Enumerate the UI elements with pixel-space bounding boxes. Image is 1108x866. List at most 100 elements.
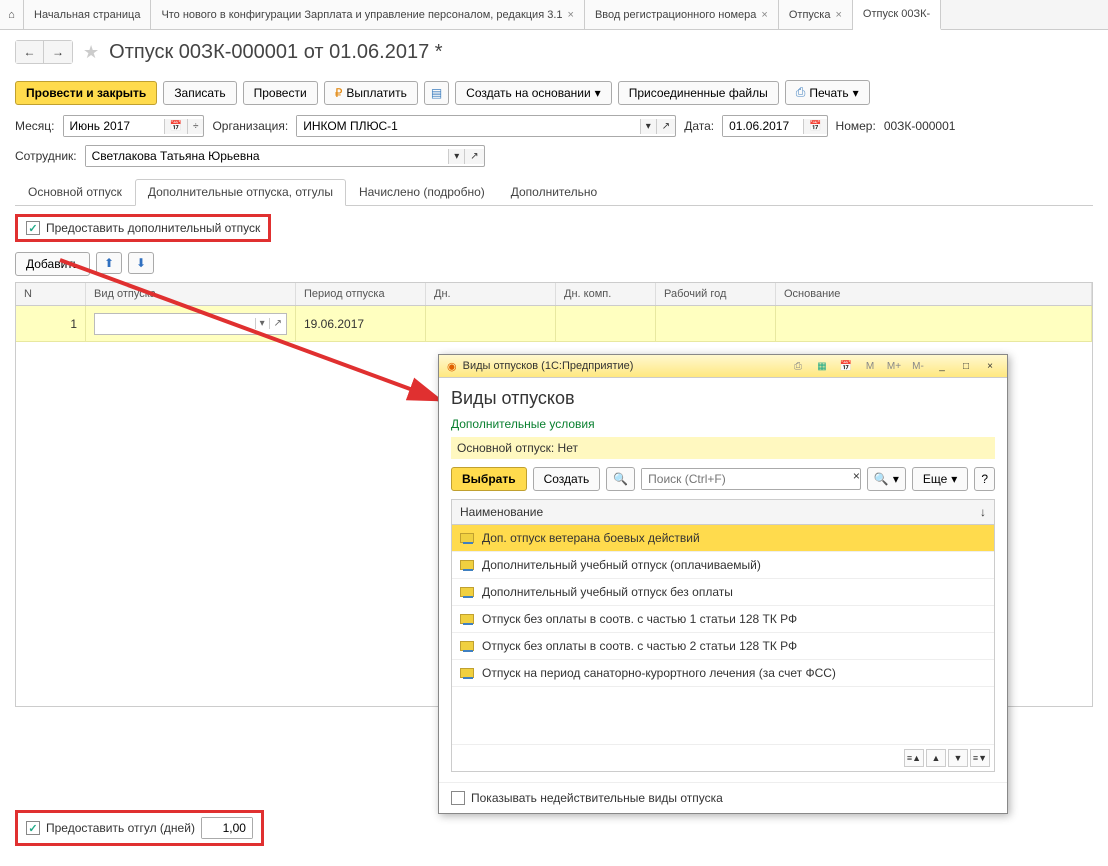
compens-checkbox[interactable]: ✓ Предоставить отгул (дней) [26, 821, 195, 835]
tab-whatsnew[interactable]: Что нового в конфигурации Зарплата и упр… [151, 0, 585, 29]
cell-n: 1 [16, 306, 86, 341]
cell-period[interactable]: 19.06.2017 [296, 306, 426, 341]
tab-start-page[interactable]: Начальная страница [24, 0, 151, 29]
clear-icon[interactable]: × [853, 469, 860, 489]
create-based-button[interactable]: Создать на основании ▾ [455, 81, 612, 105]
m-plus-button[interactable]: M+ [885, 358, 903, 374]
close-icon[interactable]: × [568, 9, 574, 21]
help-button[interactable]: ? [974, 467, 995, 491]
money-icon: ₽ [335, 86, 343, 100]
employee-input[interactable]: ▾ ↗ [85, 145, 485, 167]
calendar-icon[interactable]: 📅 [164, 119, 187, 134]
conditions-link[interactable]: Дополнительные условия [451, 417, 995, 431]
home-icon: ⌂ [8, 9, 15, 21]
tab-additional[interactable]: Дополнительно [498, 179, 610, 205]
post-close-button[interactable]: Провести и закрыть [15, 81, 157, 105]
date-input[interactable]: 📅 [722, 115, 827, 137]
list-item[interactable]: Дополнительный учебный отпуск без оплаты [452, 579, 994, 606]
add-button[interactable]: Добавить [15, 252, 90, 276]
list-item[interactable]: Доп. отпуск ветерана боевых действий [452, 525, 994, 552]
maximize-icon[interactable]: □ [957, 358, 975, 374]
tab-home[interactable]: ⌂ [0, 0, 24, 29]
advanced-search-button[interactable]: 🔍▾ [867, 467, 906, 491]
nav-up-button[interactable]: ▲ [926, 749, 946, 767]
create-button[interactable]: Создать [533, 467, 601, 491]
compens-field[interactable] [202, 818, 252, 838]
chevron-down-icon[interactable]: ▾ [448, 149, 464, 164]
date-field[interactable] [723, 116, 803, 136]
col-period[interactable]: Период отпуска [296, 283, 426, 305]
month-input[interactable]: 📅 ÷ [63, 115, 205, 137]
pay-button[interactable]: ₽Выплатить [324, 81, 418, 105]
cell-base[interactable] [776, 306, 1092, 341]
nav-down-button[interactable]: ▼ [948, 749, 968, 767]
close-icon[interactable]: × [761, 9, 767, 21]
table-row[interactable]: 1 ▾ ↗ 19.06.2017 [16, 306, 1092, 342]
minimize-icon[interactable]: _ [933, 358, 951, 374]
org-field[interactable] [297, 116, 640, 136]
search-input[interactable]: × [641, 468, 861, 490]
open-icon[interactable]: ↗ [269, 318, 286, 329]
col-type[interactable]: Вид отпуска [86, 283, 296, 305]
print-icon[interactable]: ⎙ [789, 358, 807, 374]
more-button[interactable]: Еще ▾ [912, 467, 968, 491]
m-minus-button[interactable]: M- [909, 358, 927, 374]
col-dn[interactable]: Дн. [426, 283, 556, 305]
favorite-star-icon[interactable]: ★ [83, 42, 99, 63]
col-base[interactable]: Основание [776, 283, 1092, 305]
employee-field[interactable] [86, 146, 449, 166]
chevron-down-icon[interactable]: ▾ [640, 119, 656, 134]
month-field[interactable] [64, 116, 164, 136]
list-icon-button[interactable]: ▤ [424, 81, 449, 105]
spinner-icon[interactable]: ÷ [187, 119, 204, 134]
org-input[interactable]: ▾ ↗ [296, 115, 676, 137]
tab-regnum[interactable]: Ввод регистрационного номера × [585, 0, 779, 29]
move-down-button[interactable]: ⬇ [128, 252, 154, 274]
col-n[interactable]: N [16, 283, 86, 305]
cell-year[interactable] [656, 306, 776, 341]
item-icon [460, 641, 474, 651]
list-item[interactable]: Отпуск на период санаторно-курортного ле… [452, 660, 994, 687]
search-field[interactable] [642, 469, 853, 489]
dialog-titlebar[interactable]: ◉ Виды отпусков (1С:Предприятие) ⎙ ▦ 📅 M… [439, 355, 1007, 378]
tab-vacation-doc[interactable]: Отпуск 00ЗК- [853, 0, 941, 30]
tab-extra-leave[interactable]: Дополнительные отпуска, отгулы [135, 179, 346, 206]
tab-accrued[interactable]: Начислено (подробно) [346, 179, 498, 205]
compens-value-input[interactable] [201, 817, 253, 839]
col-dncomp[interactable]: Дн. комп. [556, 283, 656, 305]
list-item[interactable]: Отпуск без оплаты в соотв. с частью 2 ст… [452, 633, 994, 660]
open-icon[interactable]: ↗ [656, 119, 675, 134]
cell-type[interactable]: ▾ ↗ [86, 306, 296, 341]
attached-files-button[interactable]: Присоединенные файлы [618, 81, 779, 105]
close-icon[interactable]: × [981, 358, 999, 374]
move-up-button[interactable]: ⬆ [96, 252, 122, 274]
close-icon[interactable]: × [835, 9, 841, 21]
dialog-grid-header[interactable]: Наименование ↓ [452, 500, 994, 525]
cell-dncomp[interactable] [556, 306, 656, 341]
cell-dn[interactable] [426, 306, 556, 341]
nav-first-button[interactable]: ≡▲ [904, 749, 924, 767]
m-button[interactable]: M [861, 358, 879, 374]
post-button[interactable]: Провести [243, 81, 318, 105]
list-item[interactable]: Дополнительный учебный отпуск (оплачивае… [452, 552, 994, 579]
type-selector[interactable]: ▾ ↗ [94, 313, 287, 335]
list-item[interactable]: Отпуск без оплаты в соотв. с частью 1 ст… [452, 606, 994, 633]
chevron-down-icon[interactable]: ▾ [255, 318, 269, 329]
write-button[interactable]: Записать [163, 81, 236, 105]
show-inactive-checkbox[interactable] [451, 791, 465, 805]
calendar-icon[interactable]: 📅 [837, 358, 855, 374]
tab-vacations[interactable]: Отпуска × [779, 0, 853, 29]
col-year[interactable]: Рабочий год [656, 283, 776, 305]
nav-back-button[interactable]: ← [16, 41, 44, 63]
select-button[interactable]: Выбрать [451, 467, 527, 491]
bottom-bar: ✓ Предоставить отгул (дней) [15, 810, 264, 846]
open-icon[interactable]: ↗ [464, 149, 483, 164]
tab-main-leave[interactable]: Основной отпуск [15, 179, 135, 205]
grid-icon[interactable]: ▦ [813, 358, 831, 374]
print-button[interactable]: ⎙ Печать ▾ [785, 80, 870, 105]
nav-last-button[interactable]: ≡▼ [970, 749, 990, 767]
extra-leave-checkbox[interactable]: ✓ Предоставить дополнительный отпуск [26, 221, 260, 235]
find-button[interactable]: 🔍 [606, 467, 635, 491]
nav-forward-button[interactable]: → [44, 41, 72, 63]
calendar-icon[interactable]: 📅 [803, 119, 826, 134]
